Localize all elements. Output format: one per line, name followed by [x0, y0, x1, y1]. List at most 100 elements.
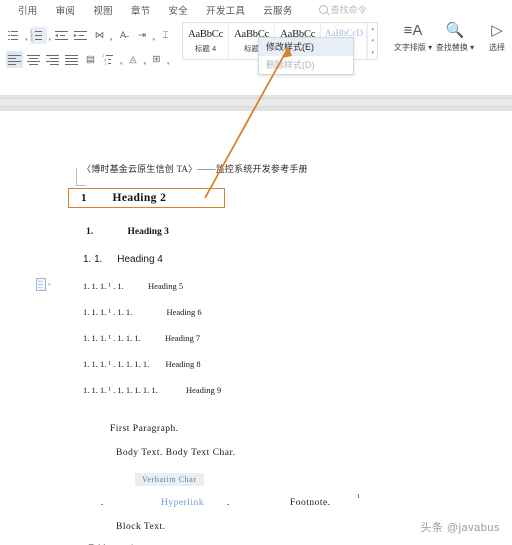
increase-indent-icon[interactable]: ▸	[72, 27, 89, 44]
heading-3-line: 1. Heading 3	[86, 227, 169, 237]
align-right-icon[interactable]	[44, 51, 61, 68]
watermark-text: 头条 @javabus	[420, 522, 500, 534]
style-gallery-scrollbar[interactable]: ▴ ▾ ▾	[367, 23, 377, 59]
heading-8-number: 1. 1. 1. ¹ . 1. 1. 1. 1.	[83, 359, 150, 369]
show-marks-icon[interactable]: A̶	[115, 27, 132, 44]
menu-item-developer-tools[interactable]: 开发工具	[206, 3, 245, 17]
heading-5-number: 1. 1. 1. ¹ . 1.	[83, 281, 124, 291]
footnote-reference-mark: 1	[357, 494, 361, 500]
find-replace-icon: 🔍	[445, 22, 465, 39]
sort-icon[interactable]: ⋈	[91, 27, 108, 44]
justify-icon[interactable]	[63, 51, 80, 68]
style-item-0[interactable]: AaBbCc 标题 4	[183, 23, 230, 59]
menu-item-security[interactable]: 安全	[168, 3, 188, 17]
context-menu-item-modify-style[interactable]: 修改样式(E)	[259, 38, 353, 56]
select-icon: ▷	[491, 22, 503, 39]
footnote-text: Footnote.	[290, 498, 331, 508]
scroll-up-icon[interactable]: ▴	[371, 26, 374, 32]
heading-6-line: 1. 1. 1. ¹ . 1. 1. Heading 6	[83, 307, 202, 317]
heading-4-number: 1. 1.	[83, 254, 103, 265]
line-spacing-dropdown-caret[interactable]: ▾	[153, 37, 156, 46]
numbered-list-icon[interactable]: 1 2 3	[29, 26, 47, 44]
align-left-icon[interactable]	[6, 50, 23, 68]
pinyin-guide-icon[interactable]: ⌶	[157, 27, 174, 44]
ribbon: 引用 审阅 视图 章节 安全 开发工具 云服务 查找命令 ▾ 1 2 3 ▾ ◂…	[0, 0, 512, 95]
menu-item-review[interactable]: 审阅	[56, 3, 76, 17]
context-menu-item-delete-style: 删除样式(D)	[266, 60, 315, 70]
select-label: 选择	[489, 43, 505, 52]
paragraph-tools-row-1: ▾ 1 2 3 ▾ ◂ ▸ ⋈ ▾ A̶ ⇥ ▾ ⌶	[6, 24, 178, 46]
text-typeset-button[interactable]: ≡A 文字排版 ▾	[392, 21, 434, 53]
shading-dropdown-caret[interactable]: ▾	[144, 61, 147, 70]
multilevel-list-icon[interactable]: 1 a i	[101, 51, 118, 68]
style-sample-0: AaBbCc	[188, 29, 224, 40]
hyperlink-text[interactable]: Hyperlink	[161, 498, 204, 508]
borders-icon[interactable]: ⊞	[148, 51, 165, 68]
decrease-indent-icon[interactable]: ◂	[53, 27, 70, 44]
paste-options-icon[interactable]: ▾	[36, 278, 51, 292]
command-search-placeholder: 查找命令	[330, 5, 367, 15]
sort-dropdown-caret[interactable]: ▾	[110, 37, 113, 46]
style-name-1: 标题	[244, 44, 260, 53]
heading-6-number: 1. 1. 1. ¹ . 1. 1.	[83, 307, 133, 317]
heading-5-line: 1. 1. 1. ¹ . 1. Heading 5	[83, 281, 183, 291]
paste-options-caret[interactable]: ▾	[48, 283, 51, 288]
menu-bar: 引用 审阅 视图 章节 安全 开发工具 云服务 查找命令	[0, 0, 512, 19]
align-center-icon[interactable]	[25, 51, 42, 68]
paragraph-tools-row-2: ▤ 1 a i ▾ ◬ ▾ ⊞ ▾	[6, 48, 178, 70]
heading-9-text: Heading 9	[185, 385, 222, 395]
bullet-list-icon[interactable]	[6, 27, 23, 44]
heading-9-line: 1. 1. 1. ¹ . 1. 1. 1. 1. 1. Heading 9	[83, 385, 221, 395]
style-name-0: 标题 4	[194, 44, 217, 53]
scroll-more-icon[interactable]: ▾	[371, 50, 374, 56]
bullet-list-dropdown-caret[interactable]: ▾	[25, 37, 28, 46]
heading-8-line: 1. 1. 1. ¹ . 1. 1. 1. 1. Heading 8	[83, 359, 201, 369]
heading-2-selected-box[interactable]: 1 Heading 2	[68, 188, 225, 208]
heading-9-number: 1. 1. 1. ¹ . 1. 1. 1. 1. 1.	[83, 385, 158, 395]
heading-2-text: Heading 2	[112, 192, 167, 204]
style-context-menu[interactable]: 修改样式(E) 删除样式(D)	[258, 37, 354, 75]
menu-item-cloud-services[interactable]: 云服务	[263, 3, 292, 17]
line-spacing-icon[interactable]: ⇥	[134, 27, 151, 44]
heading-6-text: Heading 6	[166, 307, 202, 317]
bullet-left-marker: .	[101, 498, 104, 508]
heading-2-number: 1	[81, 192, 87, 204]
numbered-list-dropdown-caret[interactable]: ▾	[49, 37, 52, 46]
scroll-down-icon[interactable]: ▾	[371, 38, 374, 44]
bullet-right-marker: .	[227, 498, 230, 508]
ribbon-tools-row: ▾ 1 2 3 ▾ ◂ ▸ ⋈ ▾ A̶ ⇥ ▾ ⌶ ▤ 1 a i ▾ ◬ ▾…	[0, 19, 512, 95]
multilevel-list-dropdown-caret[interactable]: ▾	[120, 61, 123, 70]
body-text-paragraph: Body Text. Body Text Char.	[116, 448, 236, 458]
text-typeset-icon: ≡A	[403, 22, 423, 39]
shading-icon[interactable]: ◬	[125, 51, 142, 68]
search-icon	[318, 5, 328, 14]
first-paragraph: First Paragraph.	[110, 424, 179, 434]
select-button[interactable]: ▷ 选择	[476, 21, 512, 53]
heading-3-number: 1.	[86, 227, 94, 237]
menu-item-section[interactable]: 章节	[131, 3, 151, 17]
heading-7-text: Heading 7	[164, 333, 201, 343]
text-typeset-label: 文字排版 ▾	[393, 43, 433, 52]
command-search[interactable]: 查找命令	[318, 3, 367, 16]
heading-7-line: 1. 1. 1. ¹ . 1. 1. 1. Heading 7	[83, 333, 200, 343]
borders-dropdown-caret[interactable]: ▾	[167, 61, 170, 70]
menu-item-view[interactable]: 视图	[93, 3, 113, 17]
menu-item-references[interactable]: 引用	[18, 3, 38, 17]
ruler-band	[0, 95, 512, 111]
heading-7-number: 1. 1. 1. ¹ . 1. 1. 1.	[83, 333, 141, 343]
distribute-icon[interactable]: ▤	[82, 51, 99, 68]
block-text-paragraph: Block Text.	[116, 522, 166, 532]
heading-5-text: Heading 5	[147, 281, 184, 291]
find-replace-label: 查找替换 ▾	[435, 43, 475, 52]
document-page: 〈博时基金云原生信创 TA〉——监控系统开发参考手册 1 Heading 2 1…	[0, 111, 512, 545]
document-header-title: 〈博时基金云原生信创 TA〉——监控系统开发参考手册	[82, 164, 308, 174]
paragraph-tool-group: ▾ 1 2 3 ▾ ◂ ▸ ⋈ ▾ A̶ ⇥ ▾ ⌶ ▤ 1 a i ▾ ◬ ▾…	[6, 21, 178, 83]
heading-8-text: Heading 8	[165, 359, 201, 369]
verbatim-char-text: Verbatim Char	[135, 473, 204, 486]
heading-4-line: 1. 1. Heading 4	[83, 254, 163, 265]
heading-3-text: Heading 3	[127, 227, 169, 237]
right-tool-group: ≡A 文字排版 ▾ 🔍 查找替换 ▾ ▷ 选择	[392, 21, 512, 61]
find-replace-button[interactable]: 🔍 查找替换 ▾	[434, 21, 476, 53]
heading-4-text: Heading 4	[117, 254, 163, 265]
ruler-inner	[0, 98, 512, 107]
